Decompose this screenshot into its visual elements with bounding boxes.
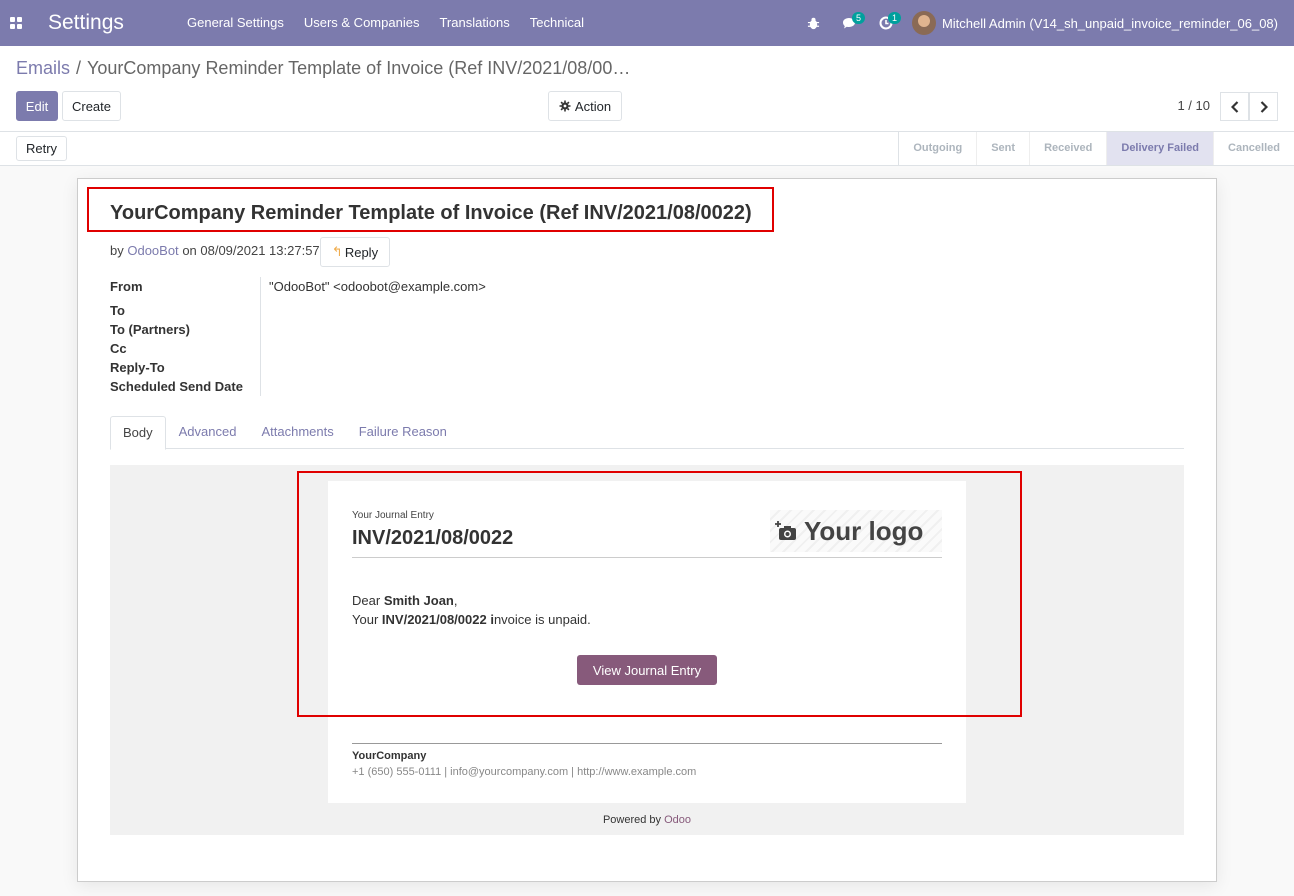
tab-advanced[interactable]: Advanced: [167, 416, 249, 449]
reply-button[interactable]: ↰ Reply: [320, 237, 390, 267]
avatar: [911, 11, 936, 35]
chevron-right-icon: [1260, 100, 1268, 113]
subject-highlight-box: [87, 187, 774, 232]
from-label: From: [110, 279, 143, 294]
breadcrumb-separator: /: [76, 58, 82, 78]
status-received[interactable]: Received: [1029, 132, 1106, 165]
action-label: Action: [574, 98, 612, 114]
from-value: "OdooBot" <odoobot@example.com>: [269, 279, 486, 294]
breadcrumb: Emails / YourCompany Reminder Template of …: [16, 58, 630, 79]
user-name: Mitchell Admin (V14_sh_unpaid_invoice_re…: [941, 15, 1278, 31]
menu-users-companies[interactable]: Users & Companies: [294, 0, 430, 46]
message-byline: by OdooBot on 08/09/2021 13:27:57: [110, 243, 320, 258]
author-link[interactable]: OdooBot: [127, 243, 178, 258]
activities-badge: 1: [887, 12, 901, 24]
gear-icon: [559, 100, 571, 112]
app-title[interactable]: Settings: [48, 11, 172, 35]
to-partners-label: To (Partners): [110, 322, 190, 337]
scheduled-send-date-label: Scheduled Send Date: [110, 379, 243, 394]
action-button[interactable]: Action: [548, 91, 622, 121]
retry-button[interactable]: Retry: [16, 136, 67, 161]
footer-divider: [352, 743, 942, 744]
footer-company-name: YourCompany: [352, 750, 427, 762]
breadcrumb-emails-link[interactable]: Emails: [16, 58, 70, 78]
status-cancelled[interactable]: Cancelled: [1213, 132, 1294, 165]
reply-to-label: Reply-To: [110, 360, 165, 375]
debug-bug-icon[interactable]: [796, 0, 832, 46]
messages-badge: 5: [851, 12, 865, 24]
tab-body[interactable]: Body: [110, 416, 166, 450]
reply-label: Reply: [344, 244, 379, 260]
activities-clock-icon[interactable]: 1: [868, 0, 904, 46]
tab-failure-reason[interactable]: Failure Reason: [347, 416, 459, 449]
field-separator: [260, 277, 261, 396]
status-bar: Retry Outgoing Sent Received Delivery Fa…: [0, 132, 1294, 166]
by-prefix: by: [110, 243, 124, 258]
footer-contact-info: +1 (650) 555-0111 | info@yourcompany.com…: [352, 766, 697, 778]
odoo-link[interactable]: Odoo: [664, 814, 691, 826]
top-navbar: Settings General Settings Users & Compan…: [0, 0, 1294, 46]
edit-button[interactable]: Edit: [16, 91, 58, 121]
to-label: To: [110, 303, 125, 318]
menu-translations[interactable]: Translations: [429, 0, 519, 46]
powered-by-text: Powered by: [602, 814, 662, 826]
status-steps: Outgoing Sent Received Delivery Failed C…: [898, 132, 1294, 165]
menu-technical[interactable]: Technical: [520, 0, 594, 46]
email-content-highlight-box: [297, 471, 1022, 717]
create-button[interactable]: Create: [62, 91, 121, 121]
pager-next-button[interactable]: [1249, 92, 1278, 121]
systray: 5 1 Mitchell Admin (V14_sh_unpaid_invoic…: [796, 0, 1294, 46]
reply-arrow-icon: ↰: [331, 244, 343, 259]
menu-general-settings[interactable]: General Settings: [177, 0, 294, 46]
sent-date: on 08/09/2021 13:27:57: [182, 243, 320, 258]
pager-value[interactable]: 1 / 10: [1177, 98, 1210, 113]
user-menu[interactable]: Mitchell Admin (V14_sh_unpaid_invoice_re…: [911, 11, 1294, 35]
chevron-left-icon: [1230, 100, 1238, 113]
control-panel: Emails / YourCompany Reminder Template of …: [0, 46, 1294, 132]
main-menu: General Settings Users & Companies Trans…: [177, 0, 594, 46]
status-sent[interactable]: Sent: [976, 132, 1029, 165]
apps-menu-icon[interactable]: [0, 0, 32, 46]
status-outgoing[interactable]: Outgoing: [899, 132, 976, 165]
notebook-tabs: Body Advanced Attachments Failure Reason: [110, 416, 1184, 450]
messages-chat-icon[interactable]: 5: [832, 0, 868, 46]
powered-by: Powered by Odoo: [0, 814, 1294, 826]
cc-label: Cc: [110, 341, 127, 356]
breadcrumb-current: YourCompany Reminder Template of Invoice…: [87, 58, 631, 78]
tab-attachments[interactable]: Attachments: [249, 416, 345, 449]
pager-previous-button[interactable]: [1220, 92, 1249, 121]
status-delivery-failed[interactable]: Delivery Failed: [1106, 132, 1214, 165]
